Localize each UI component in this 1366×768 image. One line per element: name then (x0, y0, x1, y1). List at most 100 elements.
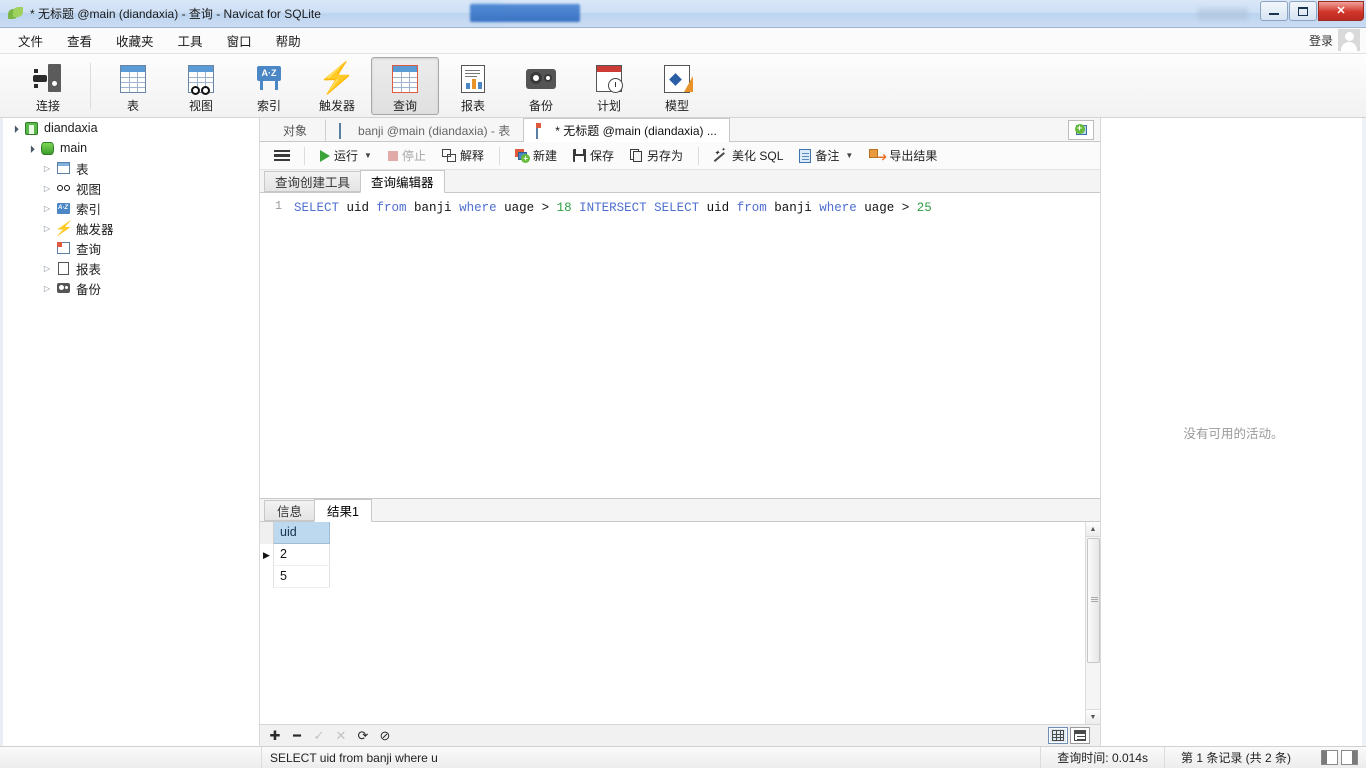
new-tab-button[interactable]: + (1068, 120, 1094, 140)
menu-item-file[interactable]: 文件 (6, 27, 55, 54)
toolbar-label-table: 表 (126, 99, 139, 113)
tab-query-editor[interactable]: 查询编辑器 (360, 170, 445, 193)
menu-item-favorites[interactable]: 收藏夹 (104, 27, 166, 54)
chevron-right-icon[interactable] (40, 184, 54, 193)
wand-icon: ✦ ✦ (713, 147, 728, 163)
refresh-button[interactable]: ⟳ (354, 727, 372, 745)
tab-objects[interactable]: 对象 (264, 119, 327, 141)
maximize-button[interactable] (1289, 1, 1317, 21)
beautify-sql-button[interactable]: ✦ ✦ 美化 SQL (707, 143, 790, 168)
sidebar-label-diandaxia: diandaxia (44, 121, 98, 135)
scroll-up-icon[interactable]: ▲ (1085, 522, 1101, 537)
sidebar-item-indexes[interactable]: A·Z 索引 (0, 198, 259, 218)
results-vertical-scrollbar[interactable]: ▲ ▼ (1085, 522, 1101, 724)
cell-uid[interactable]: 2 (274, 544, 330, 566)
chevron-down-icon[interactable]: ▼ (364, 151, 372, 160)
toolbar-separator (304, 146, 305, 165)
sidebar-item-triggers[interactable]: ⚡ 触发器 (0, 218, 259, 238)
toolbar-button-report[interactable]: 报表 (439, 57, 507, 115)
stop-button[interactable]: ⊘ (376, 727, 394, 745)
tab-query-label: * 无标题 @main (diandaxia) ... (555, 124, 717, 138)
toolbar-button-connection[interactable]: 连接 (14, 57, 82, 115)
tab-query-builder[interactable]: 查询创建工具 (264, 171, 362, 192)
cell-uid[interactable]: 5 (274, 566, 330, 588)
toolbar-button-schedule[interactable]: 计划 (575, 57, 643, 115)
chevron-down-icon[interactable] (24, 144, 38, 153)
toolbar-button-query[interactable]: 查询 (371, 57, 439, 115)
chevron-right-icon[interactable] (40, 164, 54, 173)
toolbar-button-backup[interactable]: 备份 (507, 57, 575, 115)
run-button[interactable]: 运行 ▼ (313, 143, 379, 168)
toolbar-label-report: 报表 (460, 99, 485, 113)
new-query-button[interactable]: + 新建 (508, 143, 564, 168)
sidebar-item-reports[interactable]: 报表 (0, 258, 259, 278)
grid-view-button[interactable] (1048, 727, 1068, 744)
tab-banji-table[interactable]: banji @main (diandaxia) - 表 (326, 118, 523, 141)
query-icon (392, 62, 418, 95)
column-header-uid[interactable]: uid (274, 522, 330, 544)
save-as-button[interactable]: 另存为 (623, 143, 690, 168)
table-row[interactable]: ▶ 2 (260, 544, 1085, 566)
sidebar-item-views[interactable]: 视图 (0, 178, 259, 198)
table-row[interactable]: 5 (260, 566, 1085, 588)
result-grid[interactable]: uid ▶ 2 5 (260, 522, 1085, 724)
scrollbar-thumb[interactable] (1086, 538, 1100, 663)
apply-changes-button[interactable]: ✓ (310, 727, 328, 745)
export-label: 导出结果 (889, 149, 938, 163)
tab-info[interactable]: 信息 (264, 500, 316, 521)
sidebar-item-tables[interactable]: 表 (0, 158, 259, 178)
save-button[interactable]: 保存 (566, 143, 621, 168)
chevron-down-icon[interactable] (8, 124, 22, 133)
close-button[interactable]: ✕ (1318, 1, 1364, 21)
cancel-changes-button[interactable]: ✕ (332, 727, 350, 745)
explain-button[interactable]: 解释 (435, 143, 491, 168)
toggle-left-panel-button[interactable] (1321, 750, 1338, 765)
chevron-right-icon[interactable] (40, 284, 54, 293)
menu-item-tools[interactable]: 工具 (166, 27, 215, 54)
row-indicator (260, 566, 274, 588)
chevron-right-icon[interactable] (40, 224, 54, 233)
export-result-button[interactable]: ➜ 导出结果 (862, 143, 944, 168)
save-label: 保存 (589, 149, 614, 163)
result-grid-wrapper: uid ▶ 2 5 ▲ ▼ (260, 522, 1101, 724)
tab-query-untitled[interactable]: * 无标题 @main (diandaxia) ... (523, 118, 730, 142)
toggle-right-panel-button[interactable] (1341, 750, 1358, 765)
stop-button[interactable]: 停止 (381, 143, 433, 168)
explain-label: 解释 (459, 149, 484, 163)
sidebar-item-diandaxia[interactable]: diandaxia (0, 118, 259, 138)
note-button[interactable]: 备注 ▼ (792, 143, 860, 168)
toolbar-button-model[interactable]: 模型 (643, 57, 711, 115)
toolbar-button-view[interactable]: 视图 (167, 57, 235, 115)
chevron-right-icon[interactable] (40, 264, 54, 273)
stop-icon (387, 150, 398, 161)
tab-result1[interactable]: 结果1 (314, 499, 372, 522)
sidebar-item-main[interactable]: main (0, 138, 259, 158)
chevron-right-icon[interactable] (40, 204, 54, 213)
save-as-label: 另存为 (647, 149, 684, 163)
login-area[interactable]: 登录 (1309, 29, 1360, 51)
toolbar-button-trigger[interactable]: ⚡ 触发器 (303, 57, 371, 115)
save-as-icon (630, 149, 643, 162)
sql-editor[interactable]: 1 SELECT uid from banji where uage > 18 … (260, 193, 1100, 498)
sidebar-label-reports: 报表 (76, 262, 102, 277)
chevron-down-icon[interactable]: ▼ (845, 151, 853, 160)
delete-record-button[interactable]: ━ (288, 727, 306, 745)
sidebar-item-queries[interactable]: 查询 (0, 238, 259, 258)
view-mode-toggle (1048, 727, 1090, 744)
scroll-down-icon[interactable]: ▼ (1085, 709, 1101, 724)
form-view-button[interactable] (1070, 727, 1090, 744)
sidebar-item-backups[interactable]: 备份 (0, 278, 259, 298)
backup-icon (526, 62, 556, 95)
menu-item-view[interactable]: 查看 (55, 27, 104, 54)
schedule-icon (596, 62, 623, 95)
navigation-pane: diandaxia main 表 视图 A·Z 索引 (0, 118, 260, 746)
sql-code-text[interactable]: SELECT uid from banji where uage > 18 IN… (288, 193, 1100, 498)
toolbar-button-index[interactable]: A·Z 索引 (235, 57, 303, 115)
toolbar-button-table[interactable]: 表 (99, 57, 167, 115)
add-record-button[interactable]: ✚ (266, 727, 284, 745)
menu-item-window[interactable]: 窗口 (215, 27, 264, 54)
minimize-button[interactable] (1260, 1, 1288, 21)
menu-icon[interactable] (268, 146, 296, 166)
menu-item-help[interactable]: 帮助 (264, 27, 313, 54)
